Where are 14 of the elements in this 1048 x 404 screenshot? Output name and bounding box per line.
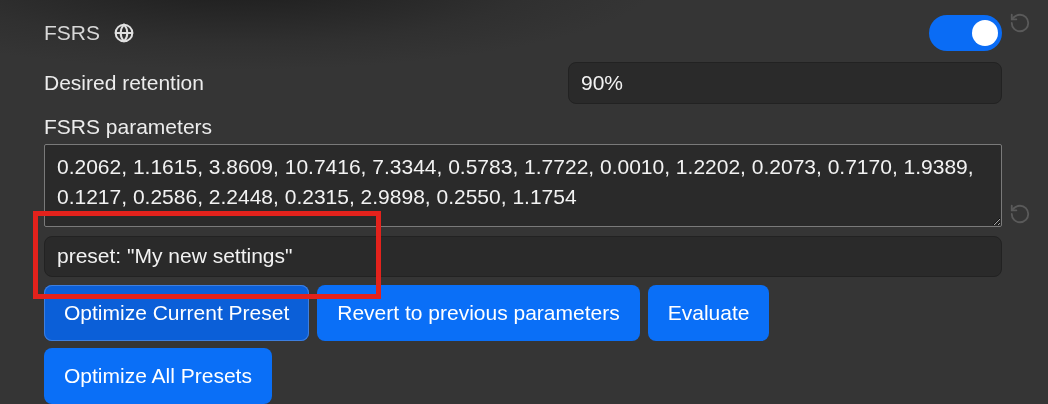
action-button[interactable]: Optimize All Presets xyxy=(44,348,272,404)
field-label: Desired retention xyxy=(44,71,204,96)
preset-search-field[interactable]: preset: "My new settings" xyxy=(44,235,1002,277)
parameters-field[interactable]: 0.2062, 1.1615, 3.8609, 10.7416, 7.3344, 0.5783, 1.7722, 0.0010, 1.2202, 0.2073, 0.7170, 1.9389, 0.1217, 0.2586, 2.2448, 0.2315, 2.9898, 0.2550, 1.1754 xyxy=(44,143,1002,227)
action-button[interactable]: Revert to previous parameters xyxy=(317,285,640,341)
action-button[interactable]: Optimize Current Preset xyxy=(44,285,310,341)
fsrs-toggle[interactable] xyxy=(929,14,1002,51)
action-button[interactable]: Evaluate xyxy=(647,285,770,341)
field-label: FSRS parameters xyxy=(44,115,213,139)
section-title: FSRS xyxy=(44,20,100,45)
reset-icon[interactable] xyxy=(1009,203,1031,225)
retention-field[interactable]: 90% xyxy=(568,62,1002,105)
reset-icon[interactable] xyxy=(1009,12,1031,34)
globe-icon xyxy=(114,22,134,43)
